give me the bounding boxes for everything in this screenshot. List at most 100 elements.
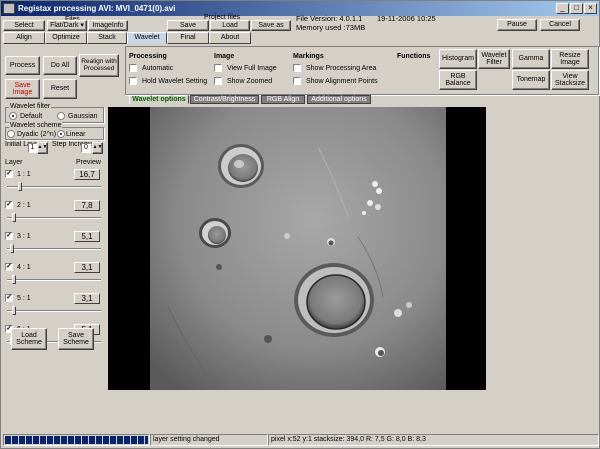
close-icon[interactable]: ×	[584, 3, 597, 14]
functions-header: Functions	[397, 53, 431, 60]
tonemap-button[interactable]: Tonemap	[512, 70, 550, 90]
layer-label: 2 : 1	[17, 202, 31, 209]
tab-final[interactable]: Final	[167, 32, 209, 44]
tab-stack[interactable]: Stack	[87, 32, 127, 44]
gamma-button[interactable]: Gamma	[512, 49, 550, 69]
rgb-balance-button[interactable]: RGB Balance	[439, 70, 477, 90]
realign-button[interactable]: Realign with Processed	[79, 54, 119, 77]
layer-slider-thumb[interactable]	[18, 182, 22, 191]
memory-used: Memory used :73MB	[296, 23, 366, 32]
initial-layer-spinner[interactable]: ▲▼	[37, 142, 48, 154]
pixel-info: pixel x:52 y:1 stacksize: 394,0 R: 7,5 G…	[268, 434, 599, 446]
default-label: Default	[20, 113, 43, 120]
save-button[interactable]: Save	[167, 20, 209, 31]
layer-label: 4 : 1	[17, 264, 31, 271]
show-alignment-points-checkbox[interactable]	[293, 77, 301, 85]
layer-slider-track[interactable]	[7, 279, 101, 281]
layer-checkbox[interactable]: ✓	[5, 170, 13, 178]
show-zoomed-label: Show Zoomed	[227, 78, 273, 85]
processing-header: Processing	[129, 53, 167, 60]
tab-align[interactable]: Align	[3, 32, 45, 44]
layer-preview-button[interactable]: 5,1	[74, 231, 100, 242]
show-zoomed-checkbox[interactable]	[214, 77, 222, 85]
gaussian-label: Gaussian	[68, 113, 98, 120]
pause-button[interactable]: Pause	[497, 19, 537, 31]
layer-preview-button[interactable]: 3,1	[74, 262, 100, 273]
tab-about[interactable]: About	[209, 32, 251, 44]
app-window: Registax processing AVI: MVI_0471(0).avi…	[0, 0, 600, 449]
subtab-rgb-align[interactable]: RGB Align	[261, 95, 305, 104]
automatic-label: Automatic	[142, 65, 174, 72]
subtab-additional-options[interactable]: Additional options	[307, 95, 371, 104]
subtab-contrast-brightness[interactable]: Contrast/Brightness	[190, 95, 259, 104]
tab-optimize[interactable]: Optimize	[45, 32, 87, 44]
lunar-surface-image	[108, 107, 486, 390]
layer-slider-thumb[interactable]	[12, 213, 16, 222]
step-increment-spinner[interactable]: ▲▼	[92, 142, 103, 154]
initial-layer-input[interactable]: 1	[28, 143, 37, 153]
wavelet-scheme-header: Wavelet scheme	[9, 122, 63, 129]
progress-fill	[5, 436, 148, 444]
layer-preview-button[interactable]: 16,7	[74, 169, 100, 180]
registax-logo-icon	[3, 3, 15, 14]
layer-checkbox[interactable]: ✓	[5, 294, 13, 302]
gaussian-radio[interactable]	[57, 112, 65, 120]
dyadic-radio[interactable]	[7, 130, 15, 138]
layer-label: 3 : 1	[17, 233, 31, 240]
layer-preview-button[interactable]: 3,1	[74, 293, 100, 304]
step-increment-input[interactable]: 0	[81, 143, 91, 153]
saveas-button[interactable]: Save as	[251, 20, 291, 31]
layer-slider-thumb[interactable]	[12, 275, 16, 284]
hold-wavelet-label: Hold Wavelet Setting	[142, 78, 208, 85]
linear-radio[interactable]	[57, 130, 65, 138]
imageinfo-button[interactable]: ImageInfo	[88, 20, 128, 31]
select-button[interactable]: Select	[3, 20, 45, 31]
doall-button[interactable]: Do All	[43, 56, 77, 75]
hold-wavelet-checkbox[interactable]	[129, 77, 137, 85]
layer-checkbox[interactable]: ✓	[5, 232, 13, 240]
automatic-checkbox[interactable]	[129, 64, 137, 72]
layer-label: 1 : 1	[17, 171, 31, 178]
layer-preview-button[interactable]: 7,8	[74, 200, 100, 211]
image-view[interactable]	[108, 107, 486, 390]
layer-slider-track[interactable]	[7, 248, 101, 250]
view-full-image-checkbox[interactable]	[214, 64, 222, 72]
wavelet-filter-button[interactable]: Wavelet Filter	[478, 49, 510, 69]
minimize-icon[interactable]: _	[556, 3, 569, 14]
saveimage-button[interactable]: Save Image	[5, 79, 40, 99]
load-scheme-button[interactable]: Load Scheme	[11, 328, 47, 350]
date-time: 19-11-2006 10:25	[377, 14, 436, 23]
save-scheme-button[interactable]: Save Scheme	[58, 328, 94, 350]
load-button[interactable]: Load	[210, 20, 250, 31]
view-stacksize-button[interactable]: View Stacksize	[551, 70, 589, 90]
show-alignment-points-label: Show Alignment Points	[306, 78, 378, 85]
dyadic-label: Dyadic (2^n)	[17, 131, 57, 138]
default-radio[interactable]	[9, 112, 17, 120]
progress-bar	[3, 434, 150, 446]
layer-slider-track[interactable]	[7, 310, 101, 312]
histogram-button[interactable]: Histogram	[439, 49, 477, 69]
resize-image-button[interactable]: Resize Image	[551, 49, 589, 69]
window-title: Registax processing AVI: MVI_0471(0).avi	[18, 4, 176, 13]
maximize-icon[interactable]: □	[570, 3, 583, 14]
layer-checkbox[interactable]: ✓	[5, 263, 13, 271]
cancel-button[interactable]: Cancel	[540, 19, 580, 31]
layer-slider-track[interactable]	[7, 217, 101, 219]
flatdark-button[interactable]: Flat/Dark ▾	[47, 20, 87, 31]
image-header: Image	[214, 53, 235, 60]
layer-slider-thumb[interactable]	[10, 244, 14, 253]
show-processing-area-checkbox[interactable]	[293, 64, 301, 72]
linear-label: Linear	[66, 131, 86, 138]
reset-button[interactable]: Reset	[43, 79, 77, 99]
view-full-image-label: View Full Image	[227, 65, 277, 72]
layer-slider-thumb[interactable]	[12, 306, 16, 315]
file-version: File Version: 4.0.1.1	[296, 14, 363, 23]
wavelet-filter-header: Wavelet filter	[9, 103, 52, 110]
subtab-wavelet-options[interactable]: Wavelet options	[129, 95, 189, 104]
layer-header: Layer	[5, 159, 23, 166]
status-message: layer setting changed	[150, 434, 268, 446]
layer-checkbox[interactable]: ✓	[5, 201, 13, 209]
tab-wavelet[interactable]: Wavelet	[127, 32, 167, 44]
preview-header: Preview	[76, 159, 101, 166]
process-button[interactable]: Process	[5, 56, 40, 75]
